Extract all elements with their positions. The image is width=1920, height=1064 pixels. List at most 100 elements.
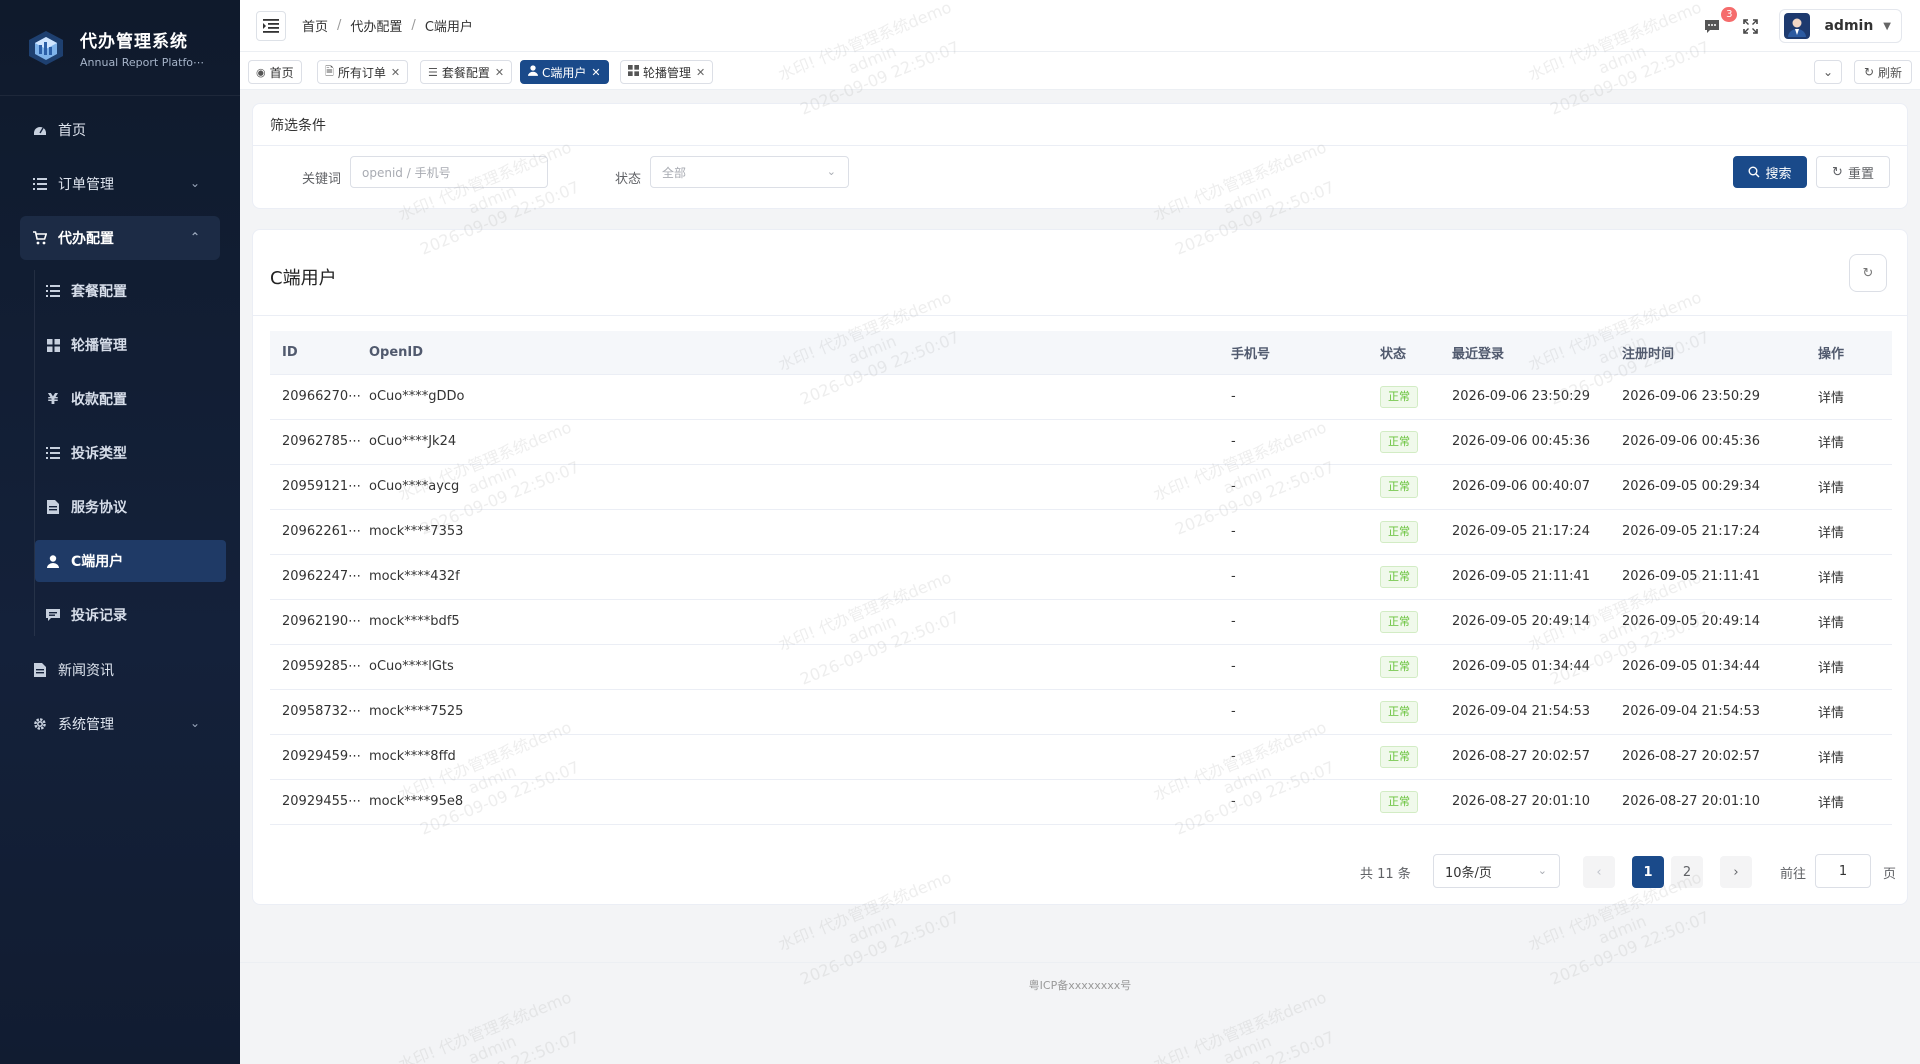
tab-package-config[interactable]: ☰ 套餐配置 ✕ [420,60,513,84]
cell-openid: oCuo****gDDo [369,374,1231,420]
sidebar-item-label: 轮播管理 [71,338,127,354]
sidebar-item-news[interactable]: 新闻资讯 [20,648,220,692]
cell-status: 正常 [1380,374,1452,420]
page-button-1[interactable]: 1 [1632,856,1664,888]
status-tag: 正常 [1380,700,1418,723]
cell-last-login: 2026-09-05 21:17:24 [1452,509,1622,555]
sidebar-item-label: 套餐配置 [71,284,127,300]
icp-record: 粤ICP备xxxxxxxx号 [1028,979,1132,992]
close-icon[interactable]: ✕ [391,66,400,79]
cell-id: 20962247⋯ [270,554,369,600]
grid-icon [628,65,639,79]
detail-link[interactable]: 详情 [1818,706,1844,721]
cell-registered: 2026-09-05 00:29:34 [1622,464,1818,510]
sidebar-item-home[interactable]: 首页 [20,108,220,152]
detail-link[interactable]: 详情 [1818,436,1844,451]
search-button-label: 搜索 [1765,166,1792,182]
breadcrumb-item-home[interactable]: 首页 [302,16,328,35]
detail-link[interactable]: 详情 [1818,661,1844,676]
cell-id: 20959121⋯ [270,464,369,510]
close-icon[interactable]: ✕ [495,66,504,79]
cell-phone: - [1231,554,1380,600]
cell-id: 20959285⋯ [270,644,369,690]
sidebar-item-complaint-types[interactable]: 投诉类型 [35,432,226,474]
status-select[interactable]: 全部 ⌄ [650,156,849,188]
reset-button[interactable]: ↻ 重置 [1816,156,1890,188]
cell-action: 详情 [1818,554,1892,600]
document-icon [45,499,61,515]
prev-page-button[interactable]: ‹ [1583,856,1615,888]
page-size-value: 10条/页 [1445,865,1492,881]
sidebar-item-label: 投诉记录 [71,608,127,624]
cell-registered: 2026-08-27 20:01:10 [1622,779,1818,825]
status-tag: 正常 [1380,610,1418,633]
tabs-refresh-button[interactable]: ↻ 刷新 [1854,60,1912,84]
detail-link[interactable]: 详情 [1818,571,1844,586]
sidebar-item-carousel[interactable]: 轮播管理 [35,324,226,366]
table-row: 20962247⋯ mock****432f - 正常 2026-09-05 21:11… [270,554,1892,600]
cell-openid: mock****7525 [369,689,1231,735]
cell-openid: mock****8ffd [369,734,1231,780]
page-size-select[interactable]: 10条/页 ⌄ [1433,854,1560,888]
breadcrumb-separator: / [411,18,416,33]
table-row: 20966270⋯ oCuo****gDDo - 正常 2026-09-06 23:50… [270,374,1892,420]
document-icon: 🗎 [325,64,334,78]
filter-card: 筛选条件 关键词 openid / 手机号 状态 全部 ⌄ 搜索 ↻ 重置 [252,103,1908,209]
cell-id: 20958732⋯ [270,689,369,735]
menu-fold-icon [263,18,279,33]
cell-action: 详情 [1818,689,1892,735]
cell-openid: oCuo****Jk24 [369,419,1231,465]
cell-action: 详情 [1818,419,1892,465]
status-label: 状态 [615,172,642,187]
status-tag: 正常 [1380,565,1418,588]
list-refresh-button[interactable]: ↻ [1849,254,1887,292]
next-page-button[interactable]: › [1720,856,1752,888]
cell-id: 20962785⋯ [270,419,369,465]
detail-link[interactable]: 详情 [1818,526,1844,541]
page-button-2[interactable]: 2 [1671,856,1703,888]
goto-page-input[interactable]: 1 [1815,854,1871,888]
cell-last-login: 2026-09-06 00:45:36 [1452,419,1622,465]
sidebar-item-system[interactable]: 系统管理 ⌄ [20,702,220,746]
sidebar-item-agency-config[interactable]: 代办配置 ⌃ [20,216,220,260]
message-button[interactable]: 3 [1701,7,1738,37]
keyword-label: 关键词 [302,172,342,187]
detail-link[interactable]: 详情 [1818,796,1844,811]
tab-all-orders[interactable]: 🗎 所有订单 ✕ [317,60,409,84]
sidebar-item-payment-config[interactable]: ¥ 收款配置 [35,378,226,420]
detail-link[interactable]: 详情 [1818,481,1844,496]
close-icon[interactable]: ✕ [591,66,600,79]
cell-id: 20929459⋯ [270,734,369,780]
table-row: 20929459⋯ mock****8ffd - 正常 2026-08-27 20:02… [270,734,1892,780]
cell-status: 正常 [1380,419,1452,465]
detail-link[interactable]: 详情 [1818,751,1844,766]
tabs-more-button[interactable]: ⌄ [1814,60,1842,84]
keyword-input[interactable]: openid / 手机号 [350,156,548,188]
close-icon[interactable]: ✕ [696,66,705,79]
cell-phone: - [1231,644,1380,690]
table-row: 20962785⋯ oCuo****Jk24- 正常 2026-09-06 00:45… [270,419,1892,465]
tab-c-users[interactable]: C端用户 ✕ [520,60,609,84]
detail-link[interactable]: 详情 [1818,616,1844,631]
filter-row: 关键词 openid / 手机号 状态 全部 ⌄ 搜索 ↻ 重置 [253,146,1907,209]
column-header-last-login: 最近登录 [1452,331,1622,375]
sidebar-item-service-agreement[interactable]: 服务协议 [35,486,226,528]
sidebar-item-orders[interactable]: 订单管理 ⌄ [20,162,220,206]
dashboard-icon: ◉ [256,65,266,79]
list-title: C端用户 [270,268,337,289]
user-dropdown[interactable]: admin ▼ [1779,9,1902,43]
search-button[interactable]: 搜索 [1733,156,1807,188]
list-icon [45,445,61,461]
fullscreen-button[interactable] [1739,15,1761,37]
column-header-registered: 注册时间 [1622,331,1818,375]
sidebar-item-c-users[interactable]: C端用户 [35,540,226,582]
cell-id: 20962261⋯ [270,509,369,555]
tab-home[interactable]: ◉ 首页 [248,60,302,84]
detail-link[interactable]: 详情 [1818,391,1844,406]
tab-carousel[interactable]: 轮播管理 ✕ [620,60,714,84]
sidebar-item-package-config[interactable]: 套餐配置 [35,270,226,312]
breadcrumb-item-agency-config[interactable]: 代办配置 [350,16,402,35]
table-row: 20959121⋯ oCuo****aycg - 正常 2026-09-06 00:40… [270,464,1892,510]
sidebar-toggle-button[interactable] [256,10,286,41]
sidebar-item-complaint-records[interactable]: 投诉记录 [35,594,226,636]
